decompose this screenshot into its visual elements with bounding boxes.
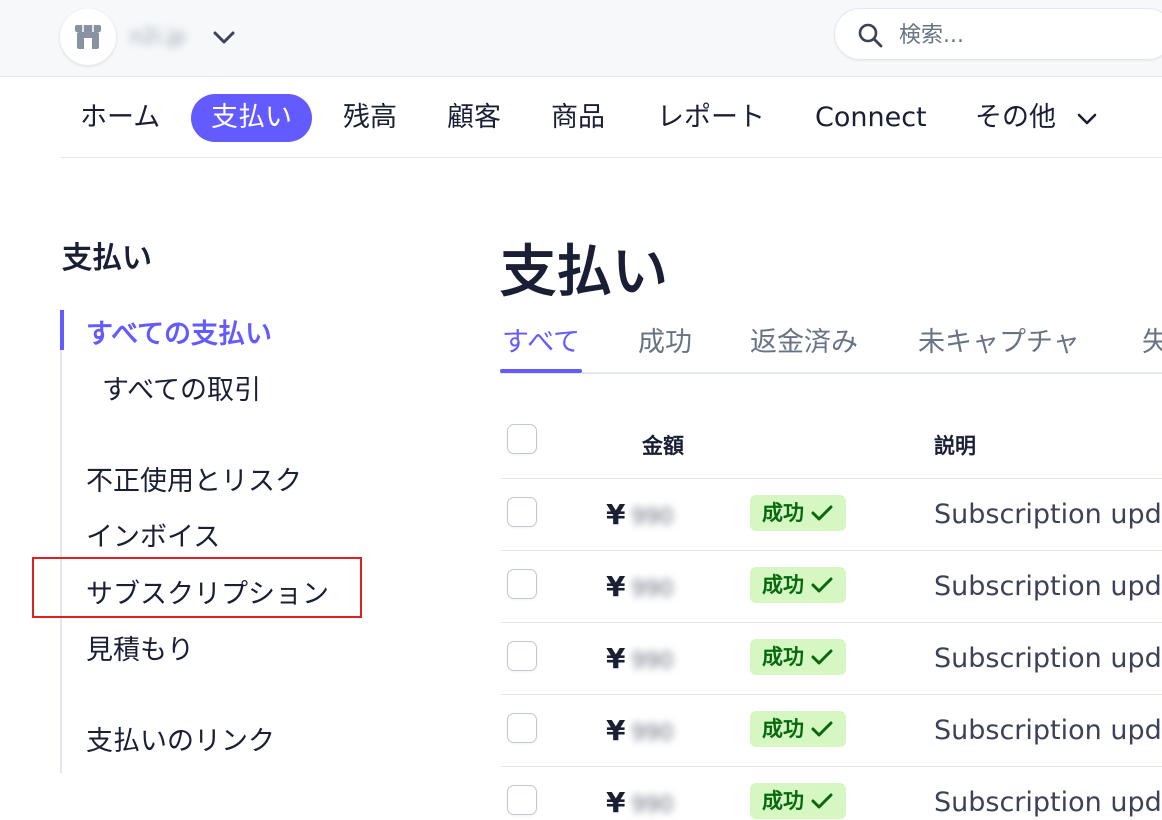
- sidebar-item-invoices[interactable]: インボイス: [86, 515, 220, 554]
- select-all-checkbox[interactable]: [507, 424, 537, 454]
- sidebar-item-quotes[interactable]: 見積もり: [86, 628, 194, 667]
- table-row[interactable]: ¥990 成功 Subscription upda: [500, 694, 1162, 766]
- row-checkbox[interactable]: [507, 713, 537, 743]
- account-avatar[interactable]: [60, 9, 116, 65]
- tab-uncaptured[interactable]: 未キャプチャ: [918, 320, 1080, 359]
- page-title: 支払い: [500, 240, 668, 305]
- nav-item-more-label: その他: [975, 102, 1056, 133]
- payment-tabs: すべて 成功 返金済み 未キャプチャ 失: [500, 316, 1162, 374]
- tab-failed[interactable]: 失: [1142, 320, 1162, 359]
- status-badge: 成功: [750, 783, 846, 819]
- nav-item-home[interactable]: ホーム: [60, 94, 180, 142]
- amount-cell: ¥990: [606, 642, 673, 675]
- currency-symbol: ¥: [606, 642, 626, 675]
- chevron-down-icon: [1077, 113, 1096, 124]
- sidebar-item-fraud-risk[interactable]: 不正使用とリスク: [86, 459, 302, 498]
- amount-cell: ¥990: [606, 786, 673, 819]
- check-icon: [811, 649, 833, 665]
- row-checkbox[interactable]: [507, 497, 537, 527]
- amount-value: 990: [631, 577, 674, 602]
- account-menu-chevron-icon[interactable]: [210, 24, 238, 52]
- nav-item-balances[interactable]: 残高: [323, 94, 417, 142]
- top-bar: n2i.jp: [0, 0, 1162, 77]
- nav-item-customers[interactable]: 顧客: [427, 94, 521, 142]
- amount-cell: ¥990: [606, 570, 673, 603]
- description-cell: Subscription upda: [934, 571, 1162, 602]
- tab-refunded[interactable]: 返金済み: [750, 320, 858, 359]
- main-nav: ホーム 支払い 残高 顧客 商品 レポート Connect その他: [60, 94, 1162, 158]
- status-badge: 成功: [750, 495, 846, 531]
- currency-symbol: ¥: [606, 714, 626, 747]
- search-box[interactable]: [834, 8, 1162, 60]
- store-icon: [75, 25, 101, 49]
- column-header-description: 説明: [934, 434, 976, 458]
- currency-symbol: ¥: [606, 498, 626, 531]
- nav-item-more[interactable]: その他: [955, 94, 1119, 142]
- sidebar-item-all-transactions[interactable]: すべての取引: [102, 368, 261, 407]
- status-label: 成功: [762, 501, 804, 525]
- table-row[interactable]: ¥990 成功 Subscription upda: [500, 622, 1162, 694]
- table-row[interactable]: ¥990 成功 Subscription upda: [500, 478, 1162, 550]
- amount-value: 990: [631, 505, 674, 530]
- search-icon: [858, 23, 883, 48]
- nav-item-payments[interactable]: 支払い: [191, 94, 312, 142]
- account-name[interactable]: n2i.jp: [130, 24, 186, 48]
- status-label: 成功: [762, 717, 804, 741]
- status-badge: 成功: [750, 711, 846, 747]
- amount-value: 990: [631, 793, 674, 818]
- status-badge: 成功: [750, 567, 846, 603]
- active-tab-underline: [500, 369, 582, 373]
- nav-item-connect[interactable]: Connect: [795, 94, 947, 142]
- amount-value: 990: [631, 649, 674, 674]
- status-badge: 成功: [750, 639, 846, 675]
- check-icon: [811, 793, 833, 809]
- sidebar-item-payment-links[interactable]: 支払いのリンク: [86, 719, 275, 758]
- status-label: 成功: [762, 645, 804, 669]
- description-cell: Subscription upda: [934, 787, 1162, 818]
- status-label: 成功: [762, 789, 804, 813]
- description-cell: Subscription upda: [934, 499, 1162, 530]
- description-cell: Subscription upda: [934, 715, 1162, 746]
- amount-value: 990: [631, 721, 674, 746]
- row-checkbox[interactable]: [507, 641, 537, 671]
- table-row[interactable]: ¥990 成功 Subscription upda: [500, 550, 1162, 622]
- tab-all[interactable]: すべて: [502, 320, 580, 359]
- subscriptions-highlight-box: [32, 557, 362, 618]
- check-icon: [811, 721, 833, 737]
- currency-symbol: ¥: [606, 570, 626, 603]
- status-label: 成功: [762, 573, 804, 597]
- table-row[interactable]: ¥990 成功 Subscription upda: [500, 766, 1162, 820]
- tab-succeeded[interactable]: 成功: [638, 320, 692, 359]
- description-cell: Subscription upda: [934, 643, 1162, 674]
- search-input[interactable]: [899, 21, 1149, 49]
- currency-symbol: ¥: [606, 786, 626, 819]
- column-header-amount: 金額: [642, 434, 684, 458]
- sidebar-rail: [60, 310, 62, 773]
- check-icon: [811, 577, 833, 593]
- amount-cell: ¥990: [606, 498, 673, 531]
- nav-item-reports[interactable]: レポート: [637, 94, 785, 142]
- row-checkbox[interactable]: [507, 569, 537, 599]
- nav-item-products[interactable]: 商品: [531, 94, 625, 142]
- amount-cell: ¥990: [606, 714, 673, 747]
- sidebar-active-indicator: [60, 310, 64, 350]
- sidebar-item-all-payments[interactable]: すべての支払い: [86, 312, 272, 351]
- check-icon: [811, 505, 833, 521]
- sidebar-title: 支払い: [62, 241, 152, 276]
- row-checkbox[interactable]: [507, 785, 537, 815]
